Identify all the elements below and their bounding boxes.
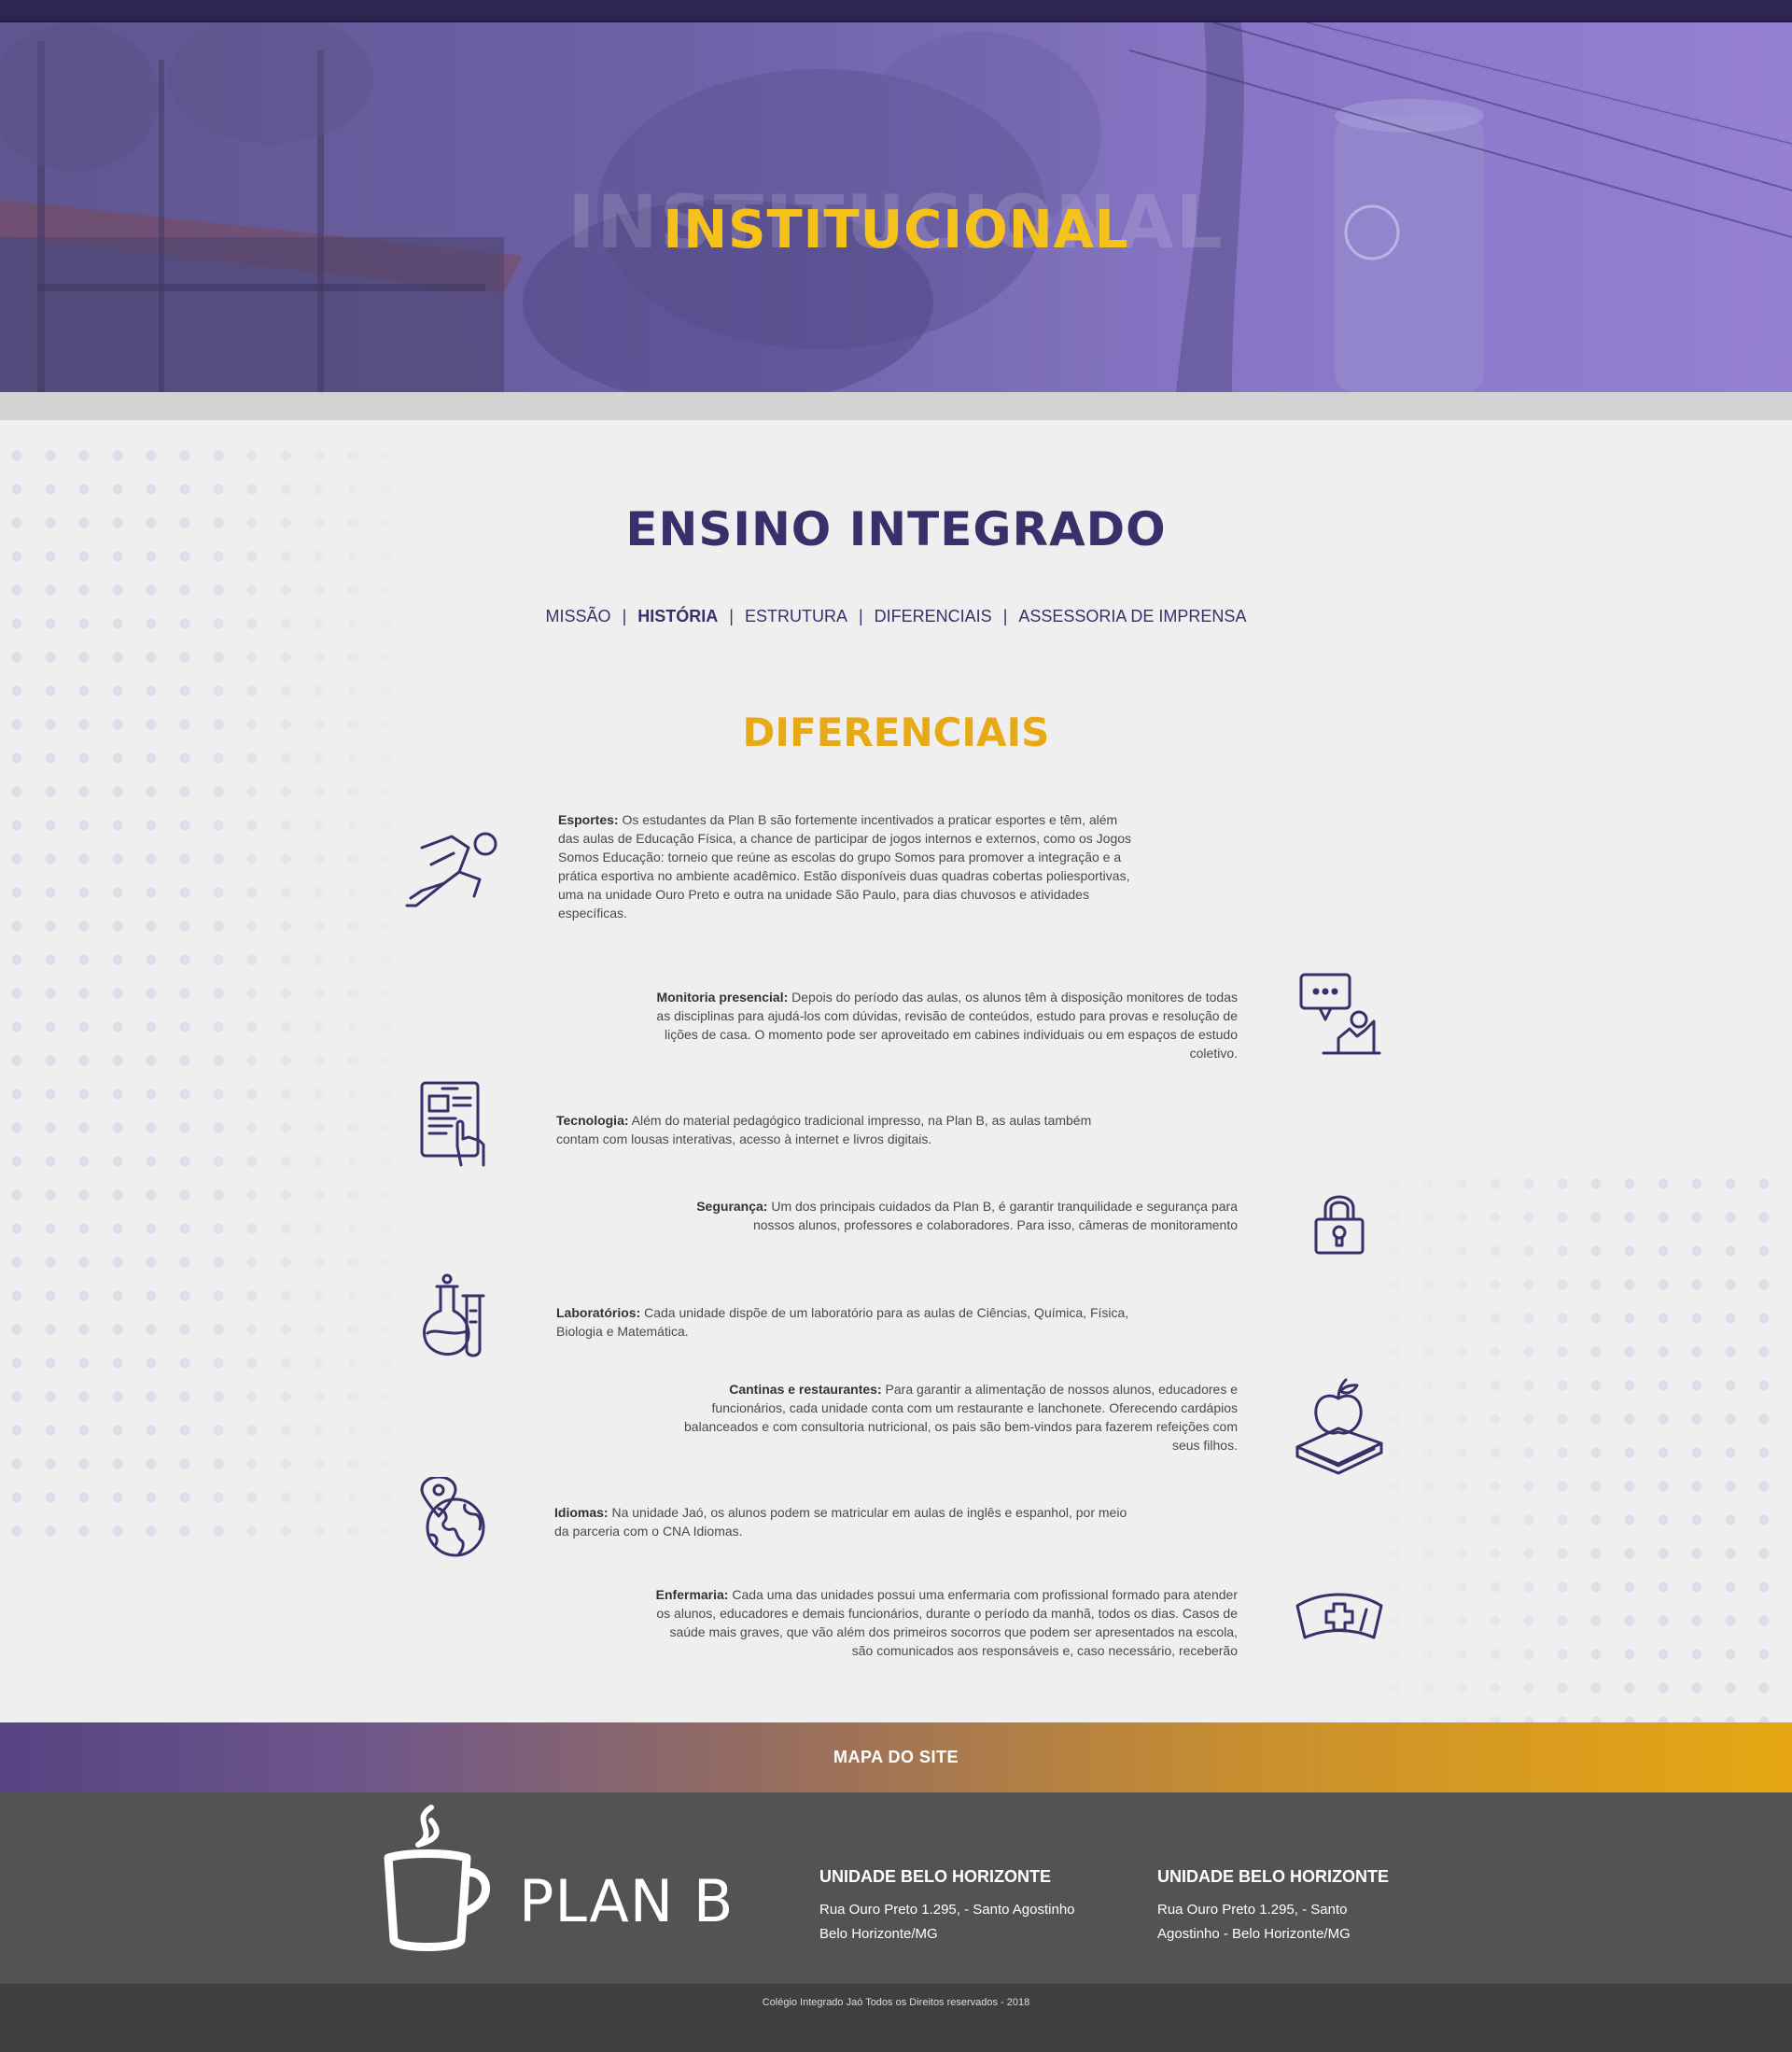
feature-text: Um dos principais cuidados da Plan B, é …: [752, 1199, 1238, 1232]
subnav-item-historia[interactable]: HISTÓRIA: [637, 607, 718, 625]
footer-unit-2: UNIDADE BELO HORIZONTE Rua Ouro Preto 1.…: [1157, 1867, 1409, 1947]
page-title: ENSINO INTEGRADO: [625, 502, 1167, 556]
feature-title: Laboratórios:: [556, 1305, 641, 1320]
feature-text: Os estudantes da Plan B são fortemente i…: [558, 812, 1132, 921]
feature-cantinas: Cantinas e restaurantes: Para garantir a…: [653, 1380, 1238, 1455]
feature-text: Cada uma das unidades possui uma enferma…: [656, 1587, 1238, 1658]
apple-book-icon: [1295, 1378, 1383, 1475]
subnav-separator: |: [1002, 607, 1008, 625]
feature-idiomas: Idiomas: Na unidade Jaó, os alunos podem…: [554, 1503, 1137, 1540]
subnav-item-assessoria[interactable]: ASSESSORIA DE IMPRENSA: [1018, 607, 1246, 625]
dot-pattern-right: [1344, 1167, 1792, 1722]
footer-unit-1: UNIDADE BELO HORIZONTE Rua Ouro Preto 1.…: [819, 1867, 1099, 1947]
hero-title: INSTITUCIONAL: [663, 200, 1129, 260]
feature-title: Idiomas:: [554, 1505, 609, 1520]
lab-flask-icon: [423, 1273, 485, 1357]
main-content: ENSINO INTEGRADO MISSÃO | HISTÓRIA | ESTRUTU…: [0, 420, 1792, 1722]
feature-enfermaria: Enfermaria: Cada uma das unidades possui…: [653, 1585, 1238, 1660]
running-person-icon: [405, 832, 497, 907]
footer-logo-text: PLAN B: [519, 1867, 735, 1935]
subnav-separator: |: [858, 607, 863, 625]
feature-text: Cada unidade dispõe de um laboratório pa…: [556, 1305, 1129, 1339]
tablet-touch-icon: [420, 1081, 485, 1167]
footer: PLAN B UNIDADE BELO HORIZONTE Rua Ouro P…: [0, 1792, 1792, 1984]
feature-text: Na unidade Jaó, os alunos podem se matri…: [554, 1505, 1127, 1539]
copyright-text: Colégio Integrado Jaó Todos os Direitos …: [762, 1997, 1030, 2008]
padlock-icon: [1314, 1195, 1365, 1255]
hero-banner: INSTITUCIONAL INSTITUCIONAL: [0, 22, 1792, 392]
feature-laboratorios: Laboratórios: Cada unidade dispõe de um …: [556, 1303, 1135, 1341]
feature-monitoria: Monitoria presencial: Depois do período …: [653, 988, 1238, 1062]
feature-title: Monitoria presencial:: [656, 990, 789, 1005]
feature-title: Segurança:: [696, 1199, 768, 1214]
divider-strip: [0, 392, 1792, 420]
feature-title: Cantinas e restaurantes:: [729, 1382, 882, 1397]
unit-title: UNIDADE BELO HORIZONTE: [1157, 1867, 1390, 1886]
feature-title: Enfermaria:: [655, 1587, 729, 1602]
feature-seguranca: Segurança: Um dos principais cuidados da…: [653, 1197, 1238, 1234]
feature-esportes: Esportes: Os estudantes da Plan B são fo…: [558, 810, 1137, 922]
sitemap-label[interactable]: MAPA DO SITE: [833, 1748, 959, 1766]
section-title: DIFERENCIAIS: [742, 710, 1050, 755]
sitemap-bar[interactable]: MAPA DO SITE: [0, 1722, 1792, 1792]
subnav-item-diferenciais[interactable]: DIFERENCIAIS: [875, 607, 992, 625]
nurse-cap-icon: [1295, 1593, 1383, 1639]
sub-navigation: MISSÃO | HISTÓRIA | ESTRUTURA | DIFERENCIAIS | A…: [0, 607, 1792, 626]
unit-address-line1: Rua Ouro Preto 1.295, - Santo: [1157, 1902, 1348, 1918]
coffee-cup-logo-icon: [384, 1805, 490, 1951]
subnav-separator: |: [729, 607, 734, 625]
unit-address-line1: Rua Ouro Preto 1.295, - Santo Agostinho: [819, 1902, 1075, 1918]
feature-text: Além do material pedagógico tradicional …: [556, 1113, 1092, 1146]
top-bar: [0, 0, 1792, 22]
globe-pin-icon: [420, 1477, 485, 1557]
unit-title: UNIDADE BELO HORIZONTE: [819, 1867, 1052, 1886]
feature-title: Esportes:: [558, 812, 619, 827]
subnav-item-estrutura[interactable]: ESTRUTURA: [745, 607, 847, 625]
subnav-separator: |: [622, 607, 627, 625]
unit-address-line2: Agostinho - Belo Horizonte/MG: [1157, 1926, 1351, 1942]
subnav-item-missao[interactable]: MISSÃO: [546, 607, 611, 625]
feature-tecnologia: Tecnologia: Além do material pedagógico …: [556, 1111, 1116, 1148]
speech-bubble-person-icon: [1299, 973, 1381, 1055]
unit-address-line2: Belo Horizonte/MG: [819, 1926, 938, 1942]
copyright-bar: Colégio Integrado Jaó Todos os Direitos …: [0, 1984, 1792, 2052]
feature-title: Tecnologia:: [556, 1113, 629, 1128]
